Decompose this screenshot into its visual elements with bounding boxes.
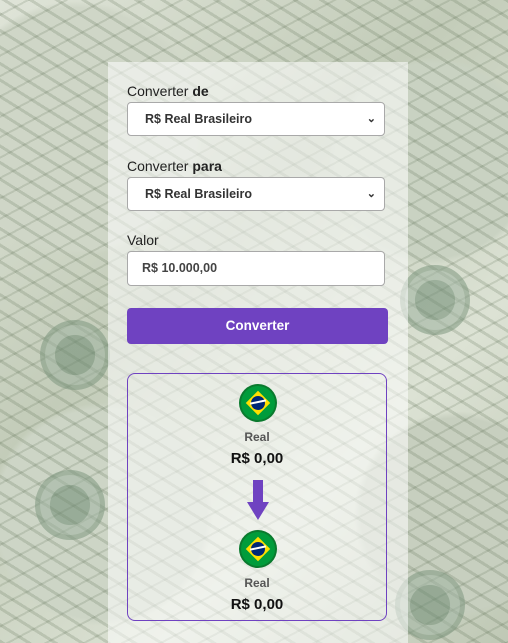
- brazil-flag-icon: [241, 386, 275, 420]
- convert-button[interactable]: Converter: [127, 308, 388, 344]
- brazil-flag-icon: [241, 532, 275, 566]
- to-label: Converter para: [127, 158, 222, 174]
- from-currency-value: R$ Real Brasileiro: [145, 112, 252, 126]
- to-currency-amount: R$ 0,00: [230, 596, 284, 613]
- arrow-down-icon: [247, 480, 269, 520]
- background-seal: [35, 470, 105, 540]
- from-currency-name: Real: [244, 430, 270, 444]
- from-label: Converter de: [127, 83, 209, 99]
- amount-input[interactable]: R$ 10.000,00: [127, 251, 385, 286]
- to-currency-select[interactable]: R$ Real Brasileiro ⌄: [127, 177, 385, 211]
- to-currency-value: R$ Real Brasileiro: [145, 187, 252, 201]
- background-seal: [40, 320, 110, 390]
- from-currency-select[interactable]: R$ Real Brasileiro ⌄: [127, 102, 385, 136]
- background-seal: [400, 265, 470, 335]
- chevron-down-icon: ⌄: [366, 113, 376, 125]
- to-currency-name: Real: [244, 576, 270, 590]
- from-currency-amount: R$ 0,00: [230, 450, 284, 467]
- amount-label: Valor: [127, 232, 159, 248]
- chevron-down-icon: ⌄: [366, 188, 376, 200]
